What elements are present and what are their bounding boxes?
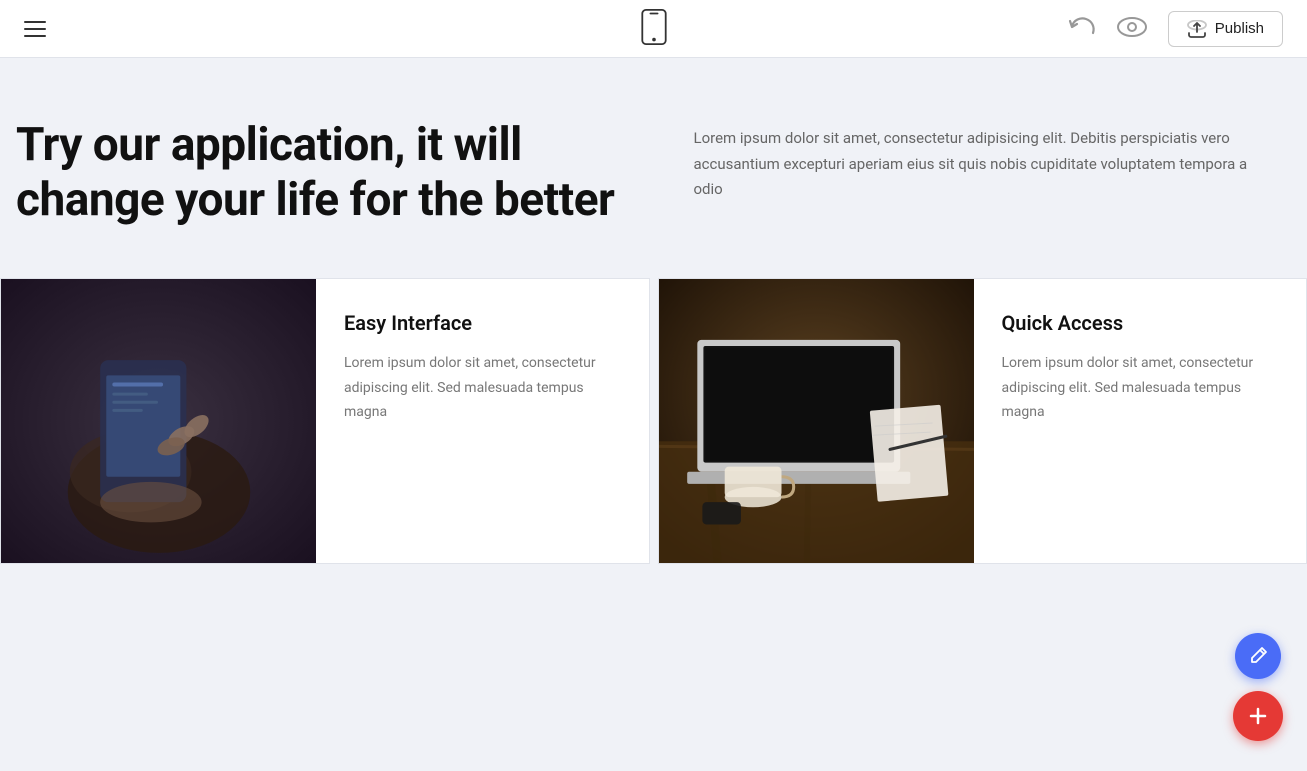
card-1-text: Lorem ipsum dolor sit amet, consectetur … bbox=[344, 351, 621, 425]
edit-icon bbox=[1248, 646, 1268, 666]
cards-section: Easy Interface Lorem ipsum dolor sit ame… bbox=[0, 278, 1307, 564]
mobile-icon bbox=[640, 9, 668, 45]
card-2-title: Quick Access bbox=[1002, 311, 1279, 335]
plus-icon bbox=[1247, 705, 1269, 727]
publish-button[interactable]: Publish bbox=[1168, 11, 1283, 47]
card-quick-access: Quick Access Lorem ipsum dolor sit amet,… bbox=[658, 278, 1307, 564]
card-2-body: Quick Access Lorem ipsum dolor sit amet,… bbox=[974, 279, 1307, 563]
device-selector[interactable] bbox=[640, 9, 668, 49]
fab-container bbox=[1233, 633, 1283, 741]
undo-button[interactable] bbox=[1068, 16, 1096, 42]
hamburger-icon[interactable] bbox=[24, 21, 46, 37]
hero-headline: Try our application, it will change your… bbox=[16, 118, 654, 228]
card-2-text: Lorem ipsum dolor sit amet, consectetur … bbox=[1002, 351, 1279, 425]
hero-section: Try our application, it will change your… bbox=[0, 118, 1307, 278]
card-1-title: Easy Interface bbox=[344, 311, 621, 335]
topbar: Publish bbox=[0, 0, 1307, 58]
preview-button[interactable] bbox=[1116, 16, 1148, 42]
menu-button[interactable] bbox=[24, 21, 46, 37]
card-image-phone bbox=[1, 279, 316, 563]
topbar-right-actions: Publish bbox=[1068, 11, 1283, 47]
card-easy-interface: Easy Interface Lorem ipsum dolor sit ame… bbox=[0, 278, 650, 564]
publish-label: Publish bbox=[1215, 20, 1264, 37]
upload-icon bbox=[1187, 20, 1207, 38]
card-1-body: Easy Interface Lorem ipsum dolor sit ame… bbox=[316, 279, 649, 563]
hero-body: Lorem ipsum dolor sit amet, consectetur … bbox=[694, 118, 1268, 203]
card-image-laptop bbox=[659, 279, 974, 563]
main-content: Try our application, it will change your… bbox=[0, 58, 1307, 604]
add-fab-button[interactable] bbox=[1233, 691, 1283, 741]
edit-fab-button[interactable] bbox=[1235, 633, 1281, 679]
